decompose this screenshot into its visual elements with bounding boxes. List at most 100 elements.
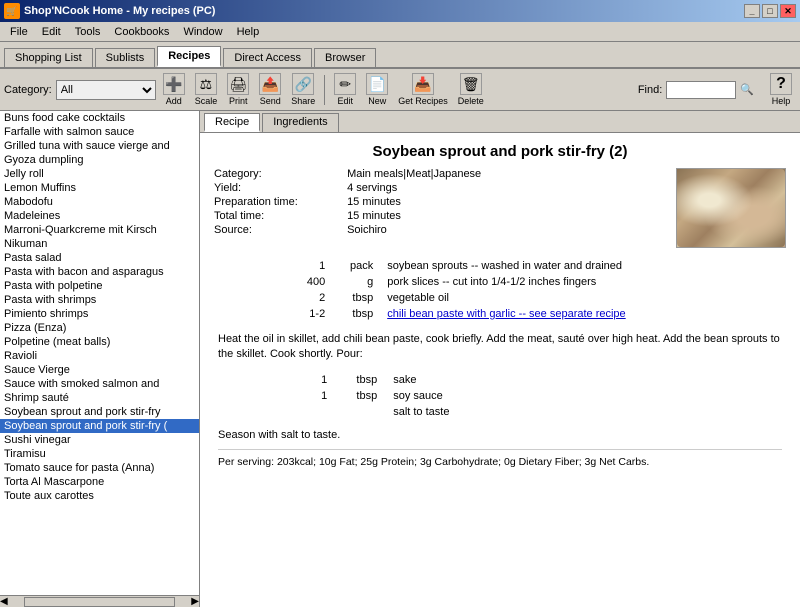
find-group: Find: 🔍 xyxy=(638,81,754,99)
recipe-item[interactable]: Nikuman xyxy=(0,237,199,251)
menu-help[interactable]: Help xyxy=(231,24,266,40)
detail-tab-bar: Recipe Ingredients xyxy=(200,111,800,133)
tab-direct-access[interactable]: Direct Access xyxy=(223,48,312,67)
recipe-list: Buns food cake cocktailsFarfalle with sa… xyxy=(0,111,199,595)
recipe-list-panel: Buns food cake cocktailsFarfalle with sa… xyxy=(0,111,200,607)
tab-ingredients[interactable]: Ingredients xyxy=(262,113,338,132)
tab-shopping-list[interactable]: Shopping List xyxy=(4,48,93,67)
menu-bar: File Edit Tools Cookbooks Window Help xyxy=(0,22,800,42)
recipe-meta: Category: Main meals|Meat|Japanese Yield… xyxy=(214,168,666,248)
recipe-image-inner xyxy=(677,169,785,247)
recipe-item[interactable]: Tiramisu xyxy=(0,447,199,461)
recipe-item[interactable]: Pasta with polpetine xyxy=(0,279,199,293)
chili-paste-link[interactable]: chili bean paste with garlic -- see sepa… xyxy=(387,308,625,320)
recipe-content: Soybean sprout and pork stir-fry (2) Cat… xyxy=(200,133,800,607)
recipe-item[interactable]: Torta Al Mascarpone xyxy=(0,475,199,489)
add-button[interactable]: ➕ Add xyxy=(160,72,188,107)
menu-file[interactable]: File xyxy=(4,24,34,40)
window-controls[interactable]: _ □ ✕ xyxy=(744,4,796,18)
recipe-item[interactable]: Pasta salad xyxy=(0,251,199,265)
delete-button[interactable]: 🗑 Delete xyxy=(455,72,487,107)
recipe-item[interactable]: Toute aux carottes xyxy=(0,489,199,503)
recipe-item[interactable]: Madeleines xyxy=(0,209,199,223)
recipe-item[interactable]: Pizza (Enza) xyxy=(0,321,199,335)
recipe-item[interactable]: Mabodofu xyxy=(0,195,199,209)
after-ingredient-3: salt to taste xyxy=(273,405,727,419)
send-icon: 📤 xyxy=(259,73,281,95)
menu-edit[interactable]: Edit xyxy=(36,24,67,40)
unit-2: g xyxy=(331,274,381,290)
recipe-item[interactable]: Buns food cake cocktails xyxy=(0,111,199,125)
source-label: Source: xyxy=(214,224,344,236)
ingredient-row-3: 2 tbsp vegetable oil xyxy=(271,290,729,306)
scale-button[interactable]: ⚖ Scale xyxy=(192,72,221,107)
new-button[interactable]: 📄 New xyxy=(363,72,391,107)
share-button[interactable]: 🔗 Share xyxy=(288,72,318,107)
menu-tools[interactable]: Tools xyxy=(69,24,107,40)
recipe-item[interactable]: Pasta with shrimps xyxy=(0,293,199,307)
find-input[interactable] xyxy=(666,81,736,99)
category-meta-value: Main meals|Meat|Japanese xyxy=(347,168,481,180)
horizontal-scrollbar[interactable]: ◀ ▶ xyxy=(0,595,199,607)
recipe-header: Category: Main meals|Meat|Japanese Yield… xyxy=(214,168,786,248)
recipe-image xyxy=(676,168,786,248)
recipe-item[interactable]: Pimiento shrimps xyxy=(0,307,199,321)
edit-button[interactable]: ✏ Edit xyxy=(331,72,359,107)
recipe-item[interactable]: Shrimp sauté xyxy=(0,391,199,405)
recipe-item[interactable]: Jelly roll xyxy=(0,167,199,181)
recipe-item[interactable]: Grilled tuna with sauce vierge and xyxy=(0,139,199,153)
prep-value: 15 minutes xyxy=(347,196,401,208)
unit-1: pack xyxy=(331,258,381,274)
minimize-button[interactable]: _ xyxy=(744,4,760,18)
yield-label: Yield: xyxy=(214,182,344,194)
recipe-item[interactable]: Sauce with smoked salmon and xyxy=(0,377,199,391)
delete-icon: 🗑 xyxy=(460,73,482,95)
instructions: Heat the oil in skillet, add chili bean … xyxy=(218,332,782,363)
toolbar: Category: All ➕ Add ⚖ Scale 🖨 Print 📤 Se… xyxy=(0,69,800,111)
tab-recipe[interactable]: Recipe xyxy=(204,113,260,132)
find-icon[interactable]: 🔍 xyxy=(740,83,754,96)
tab-sublists[interactable]: Sublists xyxy=(95,48,156,67)
recipe-item[interactable]: Marroni-Quarkcreme mit Kirsch xyxy=(0,223,199,237)
ingredients-table: 1 pack soybean sprouts -- washed in wate… xyxy=(271,258,729,322)
menu-window[interactable]: Window xyxy=(177,24,228,40)
recipe-item[interactable]: Gyoza dumpling xyxy=(0,153,199,167)
total-value: 15 minutes xyxy=(347,210,401,222)
tab-browser[interactable]: Browser xyxy=(314,48,376,67)
menu-cookbooks[interactable]: Cookbooks xyxy=(108,24,175,40)
category-select[interactable]: All xyxy=(56,80,156,100)
recipe-item[interactable]: Tomato sauce for pasta (Anna) xyxy=(0,461,199,475)
recipe-item[interactable]: Pasta with bacon and asparagus xyxy=(0,265,199,279)
category-label: Category: xyxy=(4,84,52,96)
source-row: Source: Soichiro xyxy=(214,224,666,236)
ingredient-row-2: 400 g pork slices -- cut into 1/4-1/2 in… xyxy=(271,274,729,290)
help-button[interactable]: ? Help xyxy=(766,72,796,107)
tab-recipes[interactable]: Recipes xyxy=(157,46,221,67)
maximize-button[interactable]: □ xyxy=(762,4,778,18)
find-label: Find: xyxy=(638,84,662,96)
help-icon: ? xyxy=(770,73,792,95)
recipe-item[interactable]: Polpetine (meat balls) xyxy=(0,335,199,349)
main-area: Buns food cake cocktailsFarfalle with sa… xyxy=(0,111,800,607)
print-button[interactable]: 🖨 Print xyxy=(224,72,252,107)
send-button[interactable]: 📤 Send xyxy=(256,72,284,107)
get-recipes-button[interactable]: 📥 Get Recipes xyxy=(395,72,451,107)
recipe-item[interactable]: Farfalle with salmon sauce xyxy=(0,125,199,139)
recipe-item[interactable]: Soybean sprout and pork stir-fry ( xyxy=(0,419,199,433)
amount-3: 2 xyxy=(271,290,331,306)
unit-3: tbsp xyxy=(331,290,381,306)
total-row: Total time: 15 minutes xyxy=(214,210,666,222)
recipe-item[interactable]: Ravioli xyxy=(0,349,199,363)
after-ingredient-1: 1 tbsp sake xyxy=(273,373,727,387)
ingredient-row-1: 1 pack soybean sprouts -- washed in wate… xyxy=(271,258,729,274)
close-button[interactable]: ✕ xyxy=(780,4,796,18)
scroll-track[interactable] xyxy=(24,597,176,607)
recipe-item[interactable]: Lemon Muffins xyxy=(0,181,199,195)
recipe-item[interactable]: Soybean sprout and pork stir-fry xyxy=(0,405,199,419)
recipe-item[interactable]: Sauce Vierge xyxy=(0,363,199,377)
yield-value: 4 servings xyxy=(347,182,397,194)
recipe-detail-panel: Recipe Ingredients Soybean sprout and po… xyxy=(200,111,800,607)
recipe-title: Soybean sprout and pork stir-fry (2) xyxy=(214,143,786,160)
ingredient-1: soybean sprouts -- washed in water and d… xyxy=(381,258,729,274)
recipe-item[interactable]: Sushi vinegar xyxy=(0,433,199,447)
